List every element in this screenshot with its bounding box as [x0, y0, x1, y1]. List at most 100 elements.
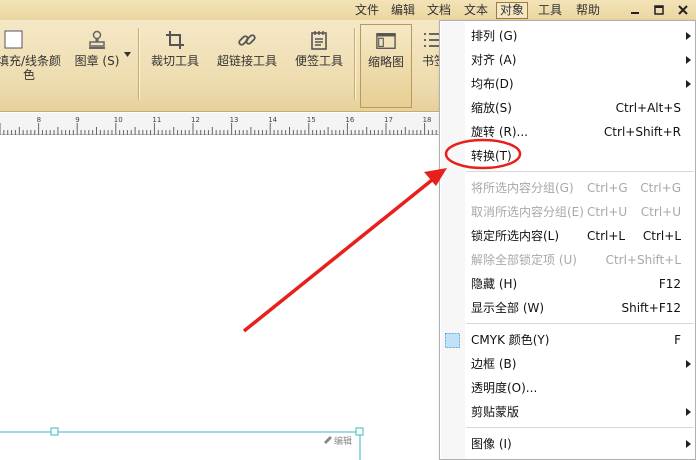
- menu-item-label: 边框 (B): [471, 357, 517, 371]
- edit-tag[interactable]: 编辑: [334, 434, 352, 447]
- menu-item-opacity[interactable]: 透明度(O)...: [441, 376, 695, 400]
- ruler-label: 12: [191, 116, 200, 124]
- close-icon: [678, 5, 688, 15]
- menu-item-shortcut: Ctrl+L: [587, 229, 626, 243]
- menu-item-shortcut: Ctrl+Shift+R: [603, 125, 681, 139]
- menu-item-label: 隐藏 (H): [471, 277, 518, 291]
- menu-file[interactable]: 文件: [352, 2, 382, 19]
- menu-item-shortcut: Shift+F12: [621, 301, 681, 315]
- menu-item-label: 显示全部 (W): [471, 301, 545, 315]
- menu-item-label: 透明度(O)...: [471, 381, 538, 395]
- submenu-arrow-icon: [686, 56, 691, 64]
- cmyk-checkbox-icon: [445, 333, 460, 348]
- submenu-arrow-icon: [686, 80, 691, 88]
- crop-label: 裁切工具: [150, 54, 199, 68]
- ruler-label: 8: [37, 116, 41, 124]
- menu-item-label: 旋转 (R)...: [471, 125, 528, 139]
- selection-handle[interactable]: [355, 427, 364, 436]
- ruler-label: 9: [75, 116, 79, 124]
- hyperlink-tool-button[interactable]: 超链接工具: [212, 24, 282, 108]
- menu-item-shortcut: Ctrl+L: [642, 229, 681, 243]
- ruler-label: 17: [384, 116, 393, 124]
- link-icon: [238, 34, 256, 46]
- menu-item-label: 剪贴蒙版: [471, 405, 520, 419]
- fill-stroke-label-1: 填充/线条颜: [0, 54, 62, 68]
- menu-item-clipping-mask[interactable]: 剪贴蒙版: [441, 400, 695, 424]
- submenu-arrow-icon: [686, 408, 691, 416]
- menu-tools[interactable]: 工具: [535, 2, 565, 19]
- menu-item-hide[interactable]: 隐藏 (H) F12: [441, 272, 695, 296]
- minimize-button[interactable]: [624, 2, 646, 18]
- menu-item-shortcut: Ctrl+U: [640, 205, 681, 219]
- minimize-icon: [631, 12, 639, 14]
- menu-item-shortcut: Ctrl+G: [587, 181, 628, 195]
- menu-item-unlock-all[interactable]: 解除全部锁定项 (U) Ctrl+Shift+L: [441, 248, 695, 272]
- crop-icon: [166, 31, 184, 49]
- menu-bar: 文件 编辑 文档 文本 对象 工具 帮助: [0, 0, 696, 20]
- menu-item-shortcut: Ctrl+Shift+L: [605, 253, 681, 267]
- menu-item-border[interactable]: 边框 (B): [441, 352, 695, 376]
- menu-item-image[interactable]: 图像 (I): [441, 432, 695, 456]
- menu-item-arrange[interactable]: 排列 (G): [441, 24, 695, 48]
- menu-item-shortcut: F: [674, 333, 681, 347]
- thumbnail-label: 缩略图: [367, 55, 404, 69]
- selection-handle[interactable]: [50, 427, 59, 436]
- thumbnail-button[interactable]: 缩略图: [360, 24, 412, 108]
- menu-item-cmyk[interactable]: CMYK 颜色(Y) F: [441, 328, 695, 352]
- object-menu-dropdown: 排列 (G) 对齐 (A) 均布(D) 缩放(S) Ctrl+Alt+S 旋转 (…: [439, 20, 696, 460]
- menu-item-distribute[interactable]: 均布(D): [441, 72, 695, 96]
- menu-separator: [466, 171, 694, 172]
- menu-separator: [466, 427, 694, 428]
- menu-item-label: CMYK 颜色(Y): [471, 333, 550, 347]
- menu-item-rotate[interactable]: 旋转 (R)... Ctrl+Shift+R: [441, 120, 695, 144]
- menu-item-align[interactable]: 对齐 (A): [441, 48, 695, 72]
- menu-object[interactable]: 对象: [496, 2, 529, 19]
- stamp-icon: [89, 30, 105, 49]
- menu-item-label: 均布(D): [471, 77, 514, 91]
- menu-item-lock[interactable]: 锁定所选内容(L) Ctrl+L Ctrl+L: [441, 224, 695, 248]
- menu-edit[interactable]: 编辑: [388, 2, 418, 19]
- menu-item-shortcut: Ctrl+Alt+S: [615, 101, 681, 115]
- close-button[interactable]: [672, 2, 694, 18]
- crop-tool-button[interactable]: 裁切工具: [146, 24, 204, 108]
- menu-help[interactable]: 帮助: [573, 2, 603, 19]
- submenu-arrow-icon: [686, 360, 691, 368]
- sticky-note-icon: [311, 31, 327, 50]
- ruler-label: 10: [114, 116, 123, 124]
- fill-stroke-color-button[interactable]: 填充/线条颜 色: [0, 24, 62, 108]
- menu-item-shortcut: F12: [658, 277, 681, 291]
- submenu-arrow-icon: [686, 32, 691, 40]
- thumbnail-icon: [376, 33, 396, 49]
- menu-item-label: 转换(T): [471, 149, 512, 163]
- menu-item-group[interactable]: 将所选内容分组(G) Ctrl+G Ctrl+G: [441, 176, 695, 200]
- toolbar-separator: [354, 28, 355, 100]
- ruler-label: 14: [268, 116, 277, 124]
- menu-item-label: 对齐 (A): [471, 53, 517, 67]
- stamp-dropdown-icon[interactable]: [124, 52, 132, 58]
- menu-text[interactable]: 文本: [461, 2, 491, 19]
- submenu-arrow-icon: [686, 440, 691, 448]
- menu-item-shortcut: Ctrl+G: [640, 181, 681, 195]
- ruler-label: 15: [307, 116, 316, 124]
- menu-document[interactable]: 文档: [424, 2, 454, 19]
- menu-item-label: 锁定所选内容(L): [471, 229, 560, 243]
- color-swatch-icon: [4, 30, 23, 49]
- maximize-button[interactable]: [648, 2, 670, 18]
- hyperlink-label: 超链接工具: [216, 54, 277, 68]
- menu-item-ungroup[interactable]: 取消所选内容分组(E) Ctrl+U Ctrl+U: [441, 200, 695, 224]
- menu-separator: [466, 323, 694, 324]
- stamp-label: 图章 (S): [74, 54, 120, 68]
- menu-item-show-all[interactable]: 显示全部 (W) Shift+F12: [441, 296, 695, 320]
- menu-item-label: 将所选内容分组(G): [471, 181, 574, 195]
- menu-item-scale[interactable]: 缩放(S) Ctrl+Alt+S: [441, 96, 695, 120]
- menu-item-label: 解除全部锁定项 (U): [471, 253, 577, 267]
- menu-item-convert[interactable]: 转换(T): [441, 144, 695, 168]
- toolbar-separator: [138, 28, 139, 100]
- menu-item-shortcut: Ctrl+U: [587, 205, 628, 219]
- stamp-button[interactable]: 图章 (S): [72, 24, 122, 108]
- sticky-note-tool-button[interactable]: 便签工具: [290, 24, 348, 108]
- ruler-label: 11: [152, 116, 161, 124]
- maximize-icon: [654, 5, 664, 15]
- menu-item-label: 取消所选内容分组(E): [471, 205, 584, 219]
- fill-stroke-label-2: 色: [22, 68, 35, 82]
